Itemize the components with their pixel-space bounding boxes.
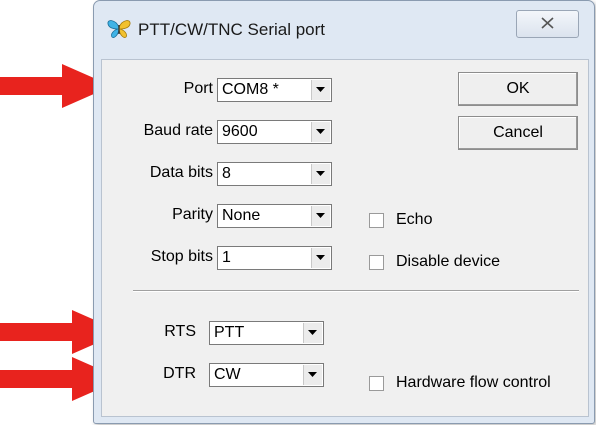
butterfly-icon [107,20,131,38]
title-bar[interactable]: PTT/CW/TNC Serial port [94,1,594,59]
data-bits-dropdown-button[interactable] [311,164,330,184]
cancel-button[interactable]: Cancel [458,116,578,150]
rts-value: PTT [214,324,245,341]
echo-checkbox[interactable] [369,213,384,228]
port-select[interactable]: COM8 * [217,78,332,102]
parity-label: Parity [172,206,213,223]
chevron-down-icon [316,171,325,176]
close-button[interactable] [516,10,579,38]
echo-label: Echo [396,211,433,228]
rts-dropdown-button[interactable] [303,323,322,343]
serial-port-dialog: PTT/CW/TNC Serial port Port COM8 * Baud … [93,0,595,424]
chevron-down-icon [308,330,317,335]
data-bits-select[interactable]: 8 [217,162,332,186]
port-label: Port [183,80,213,97]
baud-rate-label: Baud rate [143,122,213,139]
parity-value: None [222,207,261,224]
hardware-flow-control-checkbox[interactable] [369,376,384,391]
dtr-dropdown-button[interactable] [303,365,322,385]
chevron-down-icon [316,213,325,218]
stop-bits-select[interactable]: 1 [217,246,332,270]
ok-button[interactable]: OK [458,72,578,106]
chevron-down-icon [308,372,317,377]
data-bits-value: 8 [222,165,231,182]
parity-select[interactable]: None [217,204,332,228]
baud-rate-select[interactable]: 9600 [217,120,332,144]
dtr-label: DTR [163,365,196,382]
window-title: PTT/CW/TNC Serial port [138,20,326,39]
disable-device-checkbox[interactable] [369,255,384,270]
data-bits-label: Data bits [149,164,213,181]
baud-rate-value: 9600 [222,123,258,140]
chevron-down-icon [316,129,325,134]
dtr-select[interactable]: CW [209,363,324,387]
separator [133,290,579,292]
dtr-value: CW [214,366,241,383]
stop-bits-label: Stop bits [150,248,213,265]
hardware-flow-control-label: Hardware flow control [396,374,551,391]
rts-label: RTS [164,323,196,340]
chevron-down-icon [316,255,325,260]
stop-bits-dropdown-button[interactable] [311,248,330,268]
port-value: COM8 * [222,81,279,98]
dialog-body: Port COM8 * Baud rate 9600 Data bits 8 P… [101,59,589,417]
close-icon [541,17,554,29]
port-dropdown-button[interactable] [311,80,330,100]
chevron-down-icon [316,87,325,92]
stop-bits-value: 1 [222,249,231,266]
disable-device-label: Disable device [396,253,501,270]
parity-dropdown-button[interactable] [311,206,330,226]
rts-select[interactable]: PTT [209,321,324,345]
baud-rate-dropdown-button[interactable] [311,122,330,142]
